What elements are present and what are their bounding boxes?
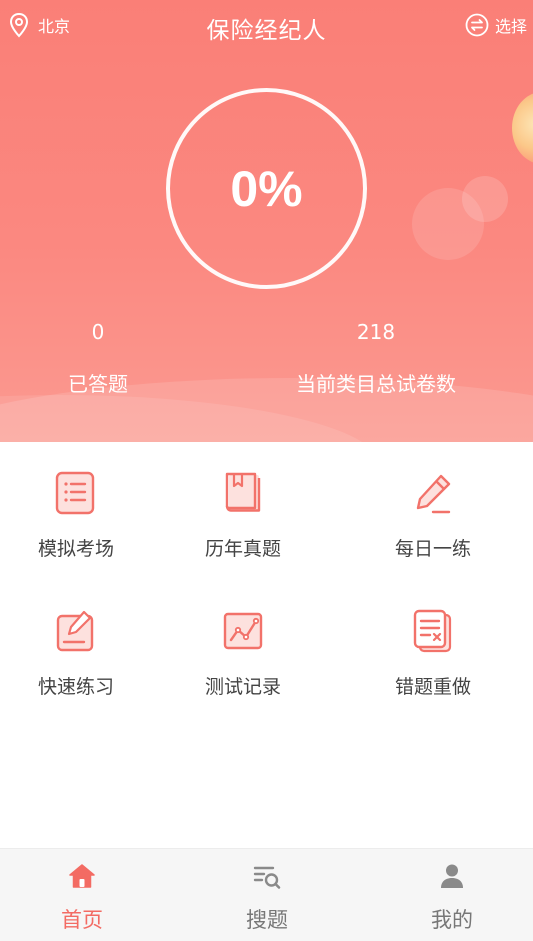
feature-test-records[interactable]: 测试记录 bbox=[163, 580, 323, 700]
feature-past-papers[interactable]: 历年真题 bbox=[163, 442, 323, 562]
feature-redo-wrong[interactable]: 错题重做 bbox=[353, 580, 513, 700]
exam-list-icon bbox=[55, 471, 95, 515]
feature-grid: 模拟考场 历年真题 每日一练 快速练习 测试记录 错题重做 bbox=[0, 442, 533, 848]
home-icon bbox=[69, 864, 95, 888]
feature-label: 每日一练 bbox=[394, 538, 471, 560]
feature-mock-exam[interactable]: 模拟考场 bbox=[0, 442, 156, 562]
edit-note-icon bbox=[56, 610, 94, 652]
switch-label: 选择 bbox=[494, 17, 527, 36]
top-bar: 北京 保险经纪人 选择 bbox=[0, 0, 533, 52]
feature-daily-practice[interactable]: 每日一练 bbox=[353, 442, 513, 562]
feature-label: 快速练习 bbox=[37, 676, 114, 698]
feature-label: 模拟考场 bbox=[37, 538, 114, 560]
feature-label: 历年真题 bbox=[204, 538, 281, 560]
feature-quick-practice[interactable]: 快速练习 bbox=[0, 580, 156, 700]
decor-bubble bbox=[462, 176, 508, 222]
nav-label: 首页 bbox=[61, 908, 103, 932]
progress-ring: 0% bbox=[166, 88, 367, 289]
total-papers-count: 218 bbox=[356, 320, 396, 344]
wrong-doc-icon bbox=[413, 609, 452, 653]
switch-icon bbox=[465, 13, 489, 37]
total-papers-label: 当前类目总试卷数 bbox=[296, 372, 456, 396]
nav-label: 搜题 bbox=[246, 908, 288, 932]
switch-category-button[interactable]: 选择 bbox=[465, 13, 527, 37]
chart-line-icon bbox=[223, 612, 263, 650]
book-icon bbox=[225, 472, 261, 512]
hero-banner: 北京 保险经纪人 选择 0% 0 218 已答题 当前类目总试卷数 bbox=[0, 0, 533, 442]
nav-search[interactable]: 搜题 bbox=[207, 849, 327, 941]
search-list-icon bbox=[253, 866, 281, 889]
pencil-icon bbox=[416, 474, 451, 514]
feature-label: 测试记录 bbox=[204, 676, 281, 698]
user-icon bbox=[441, 864, 463, 888]
feature-label: 错题重做 bbox=[394, 676, 471, 698]
decor-sun bbox=[512, 92, 533, 164]
bottom-nav: 首页 搜题 我的 bbox=[0, 848, 533, 941]
answered-count: 0 bbox=[91, 320, 105, 344]
nav-label: 我的 bbox=[431, 908, 473, 932]
answered-label: 已答题 bbox=[68, 372, 128, 396]
nav-profile[interactable]: 我的 bbox=[392, 849, 512, 941]
page-title: 保险经纪人 bbox=[206, 18, 327, 44]
nav-home[interactable]: 首页 bbox=[22, 849, 142, 941]
progress-percent: 0% bbox=[230, 160, 303, 217]
